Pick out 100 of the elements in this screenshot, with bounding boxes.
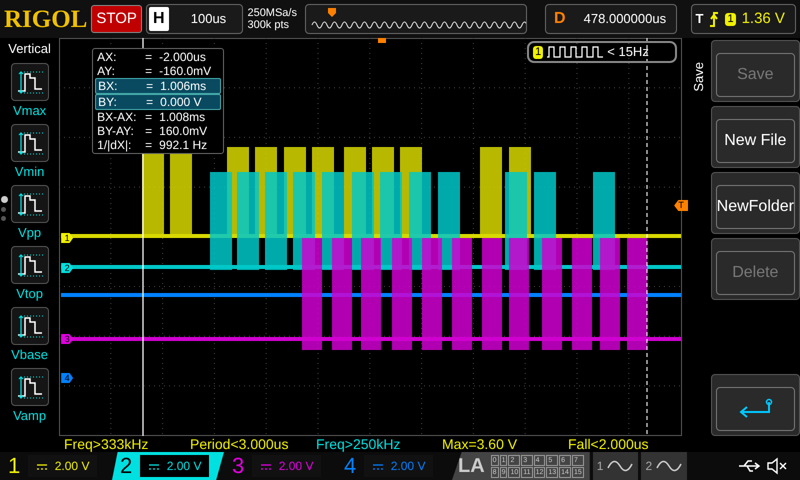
measure-label: Vtop	[16, 284, 43, 303]
readout-row[interactable]: BY: = 0.000 V	[95, 94, 222, 110]
channel-marker: 2	[61, 263, 74, 273]
math-number: 2	[645, 458, 652, 475]
measure-button[interactable]	[10, 246, 49, 284]
readout-name: AY:	[97, 64, 116, 78]
run-stop-button[interactable]: STOP	[91, 4, 142, 34]
page-dot[interactable]	[1, 196, 8, 203]
measurement-value: Max=3.60 V	[442, 436, 518, 452]
measurement-value: Freq>333kHz	[64, 436, 148, 452]
trigger-source: 1	[725, 12, 736, 26]
math-button[interactable]: 1	[592, 452, 638, 480]
measure-label: Vamp	[13, 406, 46, 425]
readout-equals: =	[146, 95, 154, 109]
readout-value: 1.006ms	[160, 79, 206, 93]
measure-label: Vmax	[12, 102, 46, 120]
channel-number: 1	[8, 455, 20, 477]
dc-coupling-icon	[148, 462, 160, 471]
measure-button[interactable]	[10, 124, 49, 162]
usb-icon	[738, 459, 760, 473]
delay-panel[interactable]: D 478.000000us	[544, 4, 678, 34]
channel-marker: 3	[61, 334, 74, 344]
page-dot[interactable]	[1, 216, 6, 221]
readout-value: 992.1 Hz	[159, 138, 208, 152]
readout-value: 160.0mV	[159, 124, 208, 138]
measurement-value: Fall<2.000us	[568, 436, 649, 452]
math-number: 1	[596, 458, 604, 475]
menu-title: Vertical	[8, 40, 51, 58]
channel-button[interactable]: 4 2.00 V	[336, 452, 448, 480]
timebase-value: 100us	[190, 10, 228, 28]
la-label: LA	[458, 454, 485, 479]
readout-name: 1/|dX|:	[97, 138, 132, 152]
timebase-panel[interactable]: H 100us	[146, 4, 244, 34]
measure-button[interactable]	[10, 306, 49, 344]
square-wave-icon	[547, 45, 604, 59]
readout-name: BY:	[98, 95, 118, 109]
math-button[interactable]: 2	[641, 452, 688, 480]
trigger-label: T	[694, 10, 704, 28]
readout-row[interactable]: 1/|dX|: = 992.1 Hz	[95, 138, 222, 152]
dc-coupling-icon	[36, 462, 48, 471]
readout-row[interactable]: BX: = 1.006ms	[95, 78, 222, 94]
menu-button[interactable]: NewFolder	[710, 172, 800, 234]
measurement-value: Freq>250kHz	[316, 436, 400, 452]
trigger-level: 1.36 V	[742, 8, 785, 29]
counter-channel: 1	[533, 46, 544, 58]
measure-button[interactable]	[10, 62, 49, 100]
readout-row[interactable]: BY-AY: = 160.0mV	[95, 124, 222, 138]
page-dot[interactable]	[1, 207, 6, 212]
readout-equals: =	[145, 124, 154, 138]
trigger-level-marker: T	[674, 200, 688, 211]
channel-scale: 2.00 V	[54, 459, 90, 473]
channel-number: 2	[120, 455, 132, 477]
readout-equals: =	[146, 79, 154, 93]
channel-number: 3	[232, 455, 244, 477]
readout-name: BY-AY:	[97, 124, 135, 138]
readout-row[interactable]: AY: = -160.0mV	[95, 64, 222, 78]
measurement-value: Period<3.000us	[190, 436, 288, 452]
timebase-label: H	[148, 7, 168, 31]
cursor-line[interactable]	[646, 38, 648, 436]
channel-marker: 1	[61, 233, 74, 243]
readout-value: 0.000 V	[160, 95, 202, 109]
sample-rate: 250MSa/s	[247, 7, 297, 19]
channel-number: 4	[344, 455, 356, 477]
counter-value: < 15Hz	[607, 43, 649, 62]
trigger-panel[interactable]: T 1 1.36 V	[691, 4, 796, 34]
readout-value: 1.008ms	[159, 110, 206, 124]
readout-equals: =	[145, 110, 154, 124]
menu-title: Save	[690, 62, 708, 92]
measure-button[interactable]	[10, 368, 49, 406]
dc-coupling-icon	[372, 462, 384, 471]
readout-equals: =	[145, 50, 154, 64]
measure-button[interactable]	[10, 184, 49, 222]
readout-equals: =	[145, 138, 154, 152]
return-button[interactable]	[710, 374, 800, 436]
trigger-position-marker	[378, 38, 386, 43]
delay-value: 478.000000us	[582, 10, 668, 28]
measure-label: Vbase	[11, 346, 48, 364]
channel-marker: 4	[61, 373, 74, 383]
dc-coupling-icon	[260, 462, 272, 471]
readout-value: -160.0mV	[159, 64, 212, 78]
delay-label: D	[552, 9, 567, 29]
rising-edge-icon	[709, 11, 720, 27]
readout-name: BX-AX:	[97, 110, 138, 124]
readout-row[interactable]: BX-AX: = 1.008ms	[95, 110, 222, 124]
readout-name: BX:	[98, 79, 118, 93]
muted-speaker-icon	[766, 457, 788, 475]
readout-name: AX:	[97, 50, 118, 64]
brand-logo: RIGOL	[4, 6, 88, 32]
channel-scale: 2.00 V	[278, 459, 314, 473]
channel-button[interactable]: 1 2.00 V	[0, 452, 112, 480]
channel-button[interactable]: 2 2.00 V	[112, 452, 224, 480]
readout-row[interactable]: AX: = -2.000us	[95, 50, 222, 64]
channel-scale: 2.00 V	[166, 459, 202, 473]
measure-label: Vmin	[14, 162, 44, 180]
readout-equals: =	[145, 64, 154, 78]
memory-depth: 300k pts	[247, 19, 290, 31]
channel-scale: 2.00 V	[390, 459, 426, 473]
menu-button[interactable]: New File	[710, 106, 800, 168]
measure-label: Vpp	[18, 224, 42, 242]
channel-button[interactable]: 3 2.00 V	[224, 452, 336, 480]
